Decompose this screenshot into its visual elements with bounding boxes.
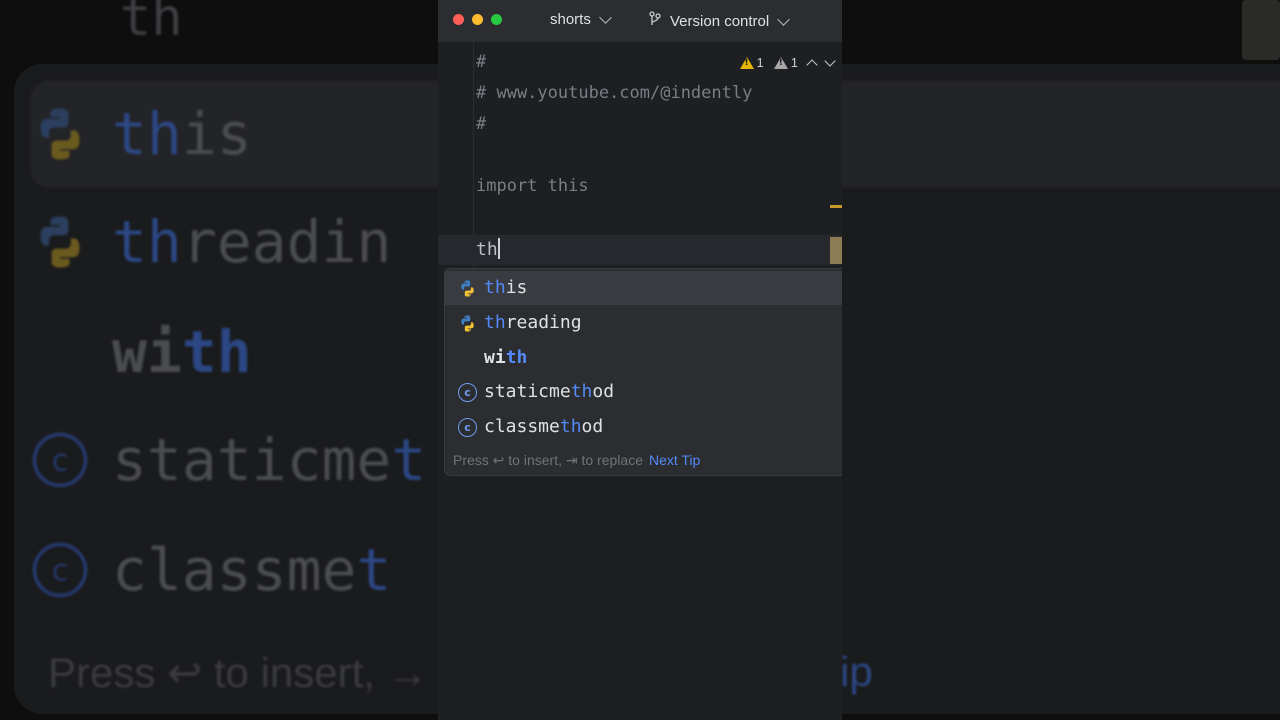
minimize-window-button[interactable]: [472, 14, 483, 25]
completion-item-staticmethod[interactable]: c staticmethod: [445, 375, 842, 409]
completion-item-classmethod[interactable]: c classmethod: [445, 410, 842, 444]
project-selector[interactable]: shorts: [550, 11, 612, 28]
svg-text:c: c: [52, 554, 69, 589]
bg-hint: Press ↩ to insert, →: [48, 649, 429, 696]
bg-typed-text: th: [120, 0, 183, 48]
python-icon: [458, 314, 477, 333]
version-control-selector[interactable]: Version control: [648, 11, 791, 31]
bg-prefix: wi: [112, 318, 182, 386]
svg-text:c: c: [52, 444, 69, 479]
bg-prefix: classme: [112, 536, 357, 604]
next-tip-link[interactable]: Next Tip: [649, 452, 700, 469]
python-icon: [458, 279, 477, 298]
code-line-1[interactable]: #: [476, 52, 486, 72]
previous-highlight-icon[interactable]: [806, 58, 818, 71]
window-controls: [453, 14, 502, 25]
bg-match: th: [112, 208, 182, 276]
warning-icon: [739, 56, 754, 69]
bg-rest: readin: [181, 208, 392, 276]
completion-popup: this threading with c staticmethod c cla…: [444, 268, 842, 476]
match-highlight: th: [570, 381, 593, 402]
python-icon: [30, 104, 90, 164]
next-highlight-icon[interactable]: [824, 54, 836, 67]
inspection-widget[interactable]: 1 1: [739, 54, 836, 71]
ide-window: shorts Version control 1 1 # # www.youtu…: [438, 0, 842, 720]
bg-hint-link: ip: [840, 648, 873, 695]
project-name: shorts: [550, 11, 591, 28]
code-line-2[interactable]: # www.youtube.com/@indently: [476, 83, 752, 103]
bg-match: th: [181, 318, 252, 386]
code-line-3[interactable]: #: [476, 114, 486, 134]
python-icon: [30, 212, 90, 272]
match-highlight: th: [484, 277, 506, 298]
bg-rest: is: [181, 100, 252, 168]
class-c-icon: c: [30, 540, 90, 600]
weak-warning-icon: [773, 56, 788, 69]
warnings-count[interactable]: 1: [739, 55, 764, 70]
editor-input[interactable]: th: [476, 238, 500, 260]
title-bar: shorts Version control: [438, 0, 842, 42]
class-c-icon: c: [458, 383, 477, 402]
chevron-down-icon: [598, 11, 612, 24]
version-control-label: Version control: [670, 12, 770, 30]
scrollbar-current-marker[interactable]: [830, 237, 842, 264]
bg-match: th: [112, 100, 182, 168]
bg-prefix: staticme: [112, 426, 392, 494]
bg-match: t: [356, 536, 392, 604]
class-c-icon: c: [458, 418, 477, 437]
code-line-import[interactable]: import this: [476, 176, 589, 196]
chevron-down-icon: [777, 12, 791, 26]
weak-warnings-count[interactable]: 1: [773, 55, 798, 70]
completion-item-threading[interactable]: threading: [445, 306, 842, 340]
typed-text: th: [476, 239, 498, 260]
hint-text: Press ↩ to insert, ⇥ to replace: [453, 452, 643, 468]
match-highlight: th: [505, 347, 528, 368]
scrollbar-warning-marker[interactable]: [830, 205, 842, 208]
class-c-icon: c: [30, 430, 90, 490]
match-highlight: th: [484, 312, 506, 333]
bg-match: t: [391, 426, 427, 494]
zoom-window-button[interactable]: [491, 14, 502, 25]
branch-icon: [648, 11, 662, 31]
close-window-button[interactable]: [453, 14, 464, 25]
match-highlight: th: [559, 416, 582, 437]
completion-item-with[interactable]: with: [445, 341, 842, 375]
text-caret: [497, 238, 500, 259]
completion-hint: Press ↩ to insert, ⇥ to replace Next Tip: [453, 452, 700, 469]
completion-item-this[interactable]: this: [445, 271, 842, 305]
bg-edge-block: [1242, 0, 1280, 60]
